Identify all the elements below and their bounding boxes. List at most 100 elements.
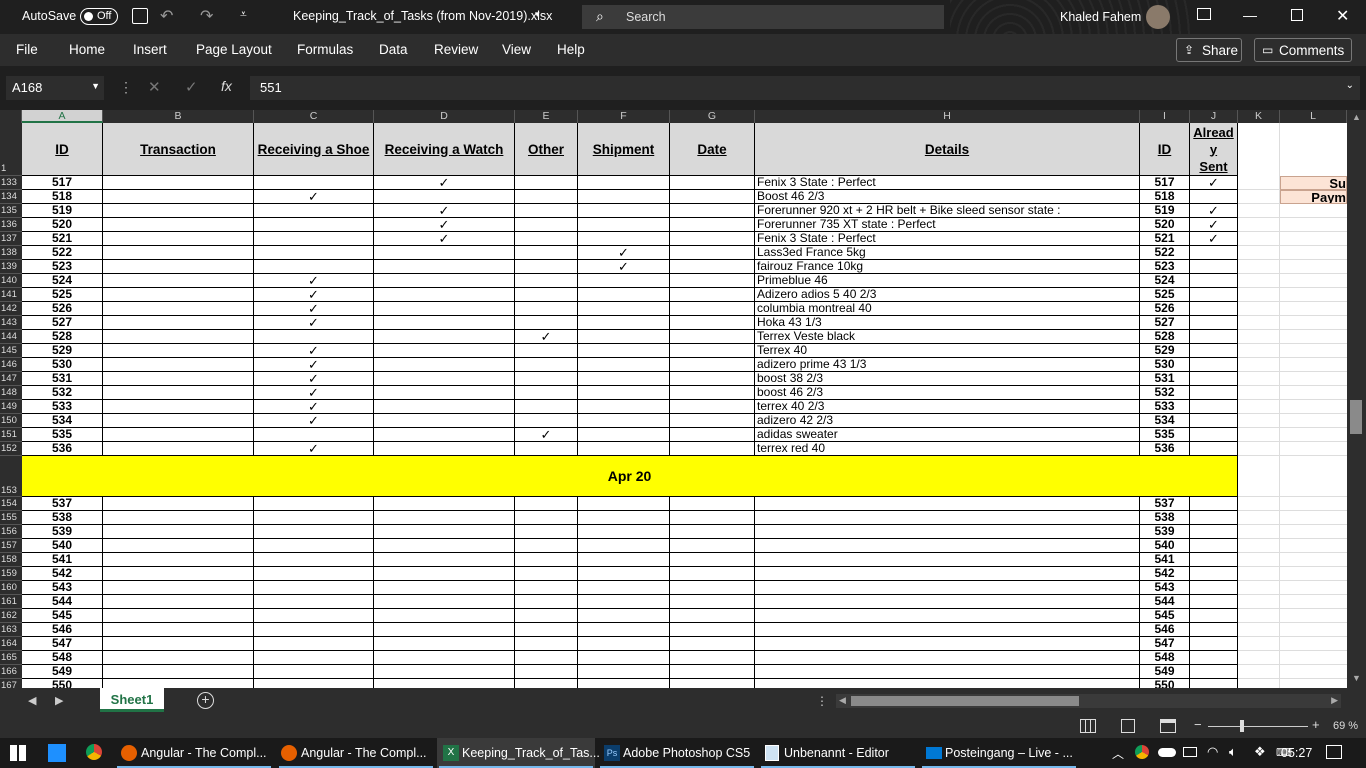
cell-K[interactable] (1238, 428, 1280, 442)
cell-I[interactable]: 534 (1140, 414, 1190, 428)
cell-A[interactable]: 539 (22, 525, 103, 539)
cell-A[interactable]: 536 (22, 442, 103, 456)
cell-E[interactable]: ✓ (515, 330, 578, 344)
cell-B[interactable] (103, 260, 254, 274)
cell-H[interactable]: columbia montreal 40 (755, 302, 1140, 316)
row-header[interactable]: 162 (0, 609, 22, 623)
cell-L[interactable] (1280, 553, 1347, 567)
column-header-J[interactable]: J (1190, 110, 1238, 123)
column-header-A[interactable]: A (22, 110, 103, 123)
cell-I[interactable]: 550 (1140, 679, 1190, 688)
cell-F[interactable] (578, 567, 670, 581)
row-header[interactable]: 143 (0, 316, 22, 330)
hscroll-thumb[interactable] (851, 696, 1079, 706)
page-layout-view-icon[interactable] (1121, 719, 1135, 733)
cell-A[interactable]: 533 (22, 400, 103, 414)
tab-review[interactable]: Review (434, 42, 478, 57)
side-label-payment[interactable]: Paym (1280, 190, 1347, 204)
cell-C[interactable]: ✓ (254, 372, 374, 386)
cell-D[interactable]: ✓ (374, 176, 515, 190)
cell-G[interactable] (670, 302, 755, 316)
tab-data[interactable]: Data (379, 42, 408, 57)
cell-I[interactable]: 528 (1140, 330, 1190, 344)
cell-C[interactable] (254, 204, 374, 218)
cell-D[interactable] (374, 511, 515, 525)
cell-G[interactable] (670, 358, 755, 372)
cell-D[interactable] (374, 246, 515, 260)
cell-D[interactable]: ✓ (374, 204, 515, 218)
cell-I[interactable]: 541 (1140, 553, 1190, 567)
tab-formulas[interactable]: Formulas (297, 42, 353, 57)
cell-C[interactable] (254, 428, 374, 442)
cell-F[interactable] (578, 274, 670, 288)
cell-L[interactable] (1280, 400, 1347, 414)
cell-I[interactable]: 548 (1140, 651, 1190, 665)
cell-B[interactable] (103, 288, 254, 302)
cell-L-header[interactable] (1280, 123, 1347, 176)
cell-K[interactable] (1238, 553, 1280, 567)
splitter-dots[interactable]: ⋮ (816, 694, 828, 708)
cell-E[interactable] (515, 567, 578, 581)
cell-B[interactable] (103, 358, 254, 372)
cell-L[interactable] (1280, 358, 1347, 372)
cell-K[interactable] (1238, 637, 1280, 651)
cell-B[interactable] (103, 386, 254, 400)
cell-K[interactable] (1238, 442, 1280, 456)
cell-H[interactable]: fairouz France 10kg (755, 260, 1140, 274)
cell-H[interactable]: adizero prime 43 1/3 (755, 358, 1140, 372)
cell-K[interactable] (1238, 274, 1280, 288)
cell-C[interactable] (254, 330, 374, 344)
cell-C[interactable] (254, 525, 374, 539)
header-details[interactable]: Details (755, 123, 1140, 176)
title-dropdown-icon[interactable]: ▾ (535, 9, 540, 20)
cell-K-header[interactable] (1238, 123, 1280, 176)
normal-view-icon[interactable] (1080, 719, 1096, 733)
cell-C[interactable] (254, 651, 374, 665)
cell-A[interactable]: 546 (22, 623, 103, 637)
cell-G[interactable] (670, 316, 755, 330)
cell-J[interactable] (1190, 637, 1238, 651)
cell-C[interactable]: ✓ (254, 274, 374, 288)
cell-E[interactable] (515, 358, 578, 372)
cell-G[interactable] (670, 400, 755, 414)
cell-I[interactable]: 540 (1140, 539, 1190, 553)
row-header[interactable]: 166 (0, 665, 22, 679)
cell-A[interactable]: 524 (22, 274, 103, 288)
row-header[interactable]: 158 (0, 553, 22, 567)
cell-E[interactable] (515, 204, 578, 218)
cell-J[interactable] (1190, 372, 1238, 386)
cell-L[interactable] (1280, 609, 1347, 623)
cell-C[interactable]: ✓ (254, 358, 374, 372)
taskbar-item-editor[interactable]: Unbenannt - Editor (759, 738, 917, 768)
cell-I[interactable]: 529 (1140, 344, 1190, 358)
cell-C[interactable] (254, 609, 374, 623)
cell-A[interactable]: 541 (22, 553, 103, 567)
cell-J[interactable] (1190, 288, 1238, 302)
cell-F[interactable] (578, 637, 670, 651)
formula-input[interactable]: 551 ⌄ (250, 76, 1360, 100)
cell-F[interactable] (578, 204, 670, 218)
cell-K[interactable] (1238, 386, 1280, 400)
battery-icon[interactable] (1183, 747, 1197, 757)
cell-B[interactable] (103, 497, 254, 511)
cell-H[interactable] (755, 609, 1140, 623)
cell-H[interactable] (755, 651, 1140, 665)
cell-K[interactable] (1238, 525, 1280, 539)
column-header-D[interactable]: D (374, 110, 515, 123)
cell-C[interactable] (254, 595, 374, 609)
cell-L[interactable] (1280, 288, 1347, 302)
cell-H[interactable] (755, 595, 1140, 609)
cell-E[interactable] (515, 246, 578, 260)
cell-K[interactable] (1238, 665, 1280, 679)
header-id[interactable]: ID (22, 123, 103, 176)
cell-E[interactable] (515, 525, 578, 539)
cell-I[interactable]: 535 (1140, 428, 1190, 442)
zoom-level[interactable]: 69 % (1333, 720, 1358, 732)
cell-L[interactable] (1280, 595, 1347, 609)
select-all-corner[interactable] (0, 110, 22, 123)
cell-I[interactable]: 543 (1140, 581, 1190, 595)
cell-C[interactable] (254, 246, 374, 260)
insert-function-icon[interactable]: fx (221, 78, 232, 94)
cell-I[interactable]: 519 (1140, 204, 1190, 218)
cell-B[interactable] (103, 190, 254, 204)
